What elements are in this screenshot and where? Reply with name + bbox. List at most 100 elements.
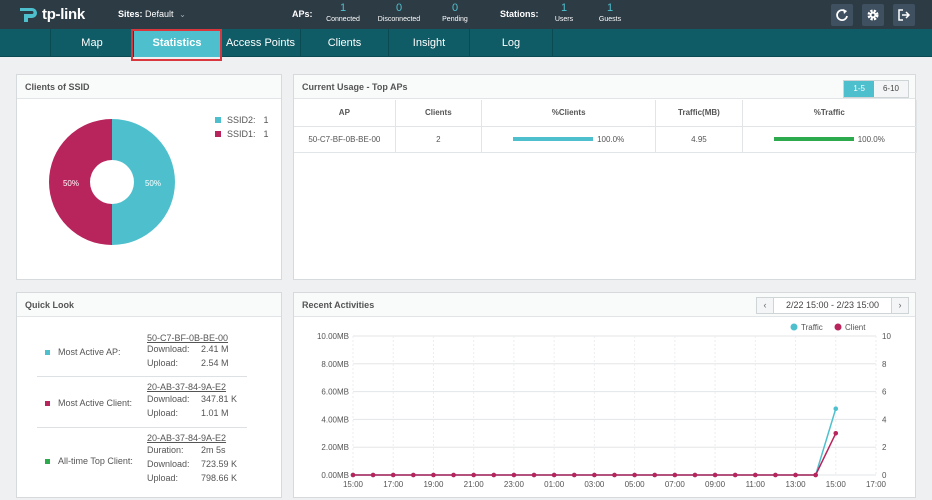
data-point-client xyxy=(773,472,778,478)
pager-6-10[interactable]: 6-10 xyxy=(873,81,908,97)
data-point-client xyxy=(511,472,517,478)
aps-disconnected-caption: Disconnected xyxy=(377,16,421,23)
aps-pending-caption: Pending xyxy=(442,16,468,23)
data-point-client xyxy=(612,472,617,478)
tab-log[interactable]: Log xyxy=(469,29,553,57)
column-header-ap[interactable]: AP xyxy=(294,100,396,127)
aps-disconnected[interactable]: 0 Disconnected xyxy=(369,2,429,24)
recent-activities-panel: Recent Activities ‹ 2/22 15:00 - 2/23 15… xyxy=(293,292,916,498)
data-point-client xyxy=(531,472,537,478)
x-axis-tick: 23:00 xyxy=(504,480,525,489)
chevron-left-icon[interactable]: ‹ xyxy=(757,298,773,313)
column-header-clients[interactable]: Clients xyxy=(395,100,482,127)
ql-value: 2m 5s xyxy=(201,445,226,455)
tab-insight[interactable]: Insight xyxy=(388,29,469,57)
cell-ap-mac: 50-C7-BF-0B-BE-00 xyxy=(294,126,396,153)
stations-guests-caption: Guests xyxy=(598,16,622,23)
cell-pct-clients: 100.0% xyxy=(481,126,657,153)
data-point-client xyxy=(350,472,356,478)
column-header-pct-clients[interactable]: %Clients xyxy=(481,100,657,127)
legend-marker-traffic xyxy=(790,323,798,331)
stations-guests[interactable]: 1 Guests xyxy=(580,2,640,24)
brand-name: tp-link xyxy=(42,5,85,23)
ql-label-text: Most Active Client: xyxy=(58,398,133,408)
ql-value: 2.41 M xyxy=(201,344,229,354)
aps-pending[interactable]: 0 Pending xyxy=(425,2,485,24)
chevron-right-icon[interactable]: › xyxy=(892,298,908,313)
divider xyxy=(37,427,247,428)
legend-label: SSID1: xyxy=(227,129,256,139)
data-point-client xyxy=(370,472,376,478)
x-axis-tick: 11:00 xyxy=(746,480,766,489)
tab-statistics[interactable]: Statistics xyxy=(133,29,220,57)
ql-label: Most Active AP: xyxy=(45,347,121,357)
aps-connected-count: 1 xyxy=(339,2,347,14)
ql-value: 2.54 M xyxy=(201,358,229,368)
tp-link-logo-icon xyxy=(20,8,37,22)
ql-kv-row: Upload: 798.66 K xyxy=(147,473,237,483)
x-axis-tick: 13:00 xyxy=(786,480,807,489)
refresh-icon xyxy=(836,9,848,21)
ql-label: Most Active Client: xyxy=(45,398,132,408)
date-range-text[interactable]: 2/22 15:00 - 2/23 15:00 xyxy=(773,298,892,313)
main-nav: Map Statistics Access Points Clients Ins… xyxy=(0,29,932,57)
ql-swatch xyxy=(45,400,50,406)
table-row[interactable]: 50-C7-BF-0B-BE-00 2 100.0% 4.95 100.0% xyxy=(294,126,918,153)
data-point-client xyxy=(793,472,798,478)
logout-button[interactable] xyxy=(893,4,915,26)
data-point-client xyxy=(592,472,597,478)
logout-icon xyxy=(898,9,911,21)
site-selector[interactable]: Sites: Default ⌄ xyxy=(118,9,186,19)
ql-key: Duration: xyxy=(147,445,184,455)
ql-key: Upload: xyxy=(147,473,179,483)
divider xyxy=(37,376,247,377)
refresh-button[interactable] xyxy=(831,4,853,26)
y-axis-left-tick: 8.00MB xyxy=(321,360,349,369)
pager-1-5[interactable]: 1-5 xyxy=(844,81,874,97)
aps-connected[interactable]: 1 Connected xyxy=(313,2,373,24)
legend-swatch xyxy=(215,131,221,137)
data-point-client xyxy=(652,472,658,478)
legend-marker-client xyxy=(834,323,842,331)
settings-button[interactable] xyxy=(862,4,884,26)
ql-key: Upload: xyxy=(147,358,179,368)
x-axis-tick: 07:00 xyxy=(665,480,686,489)
ql-key: Upload: xyxy=(147,408,179,418)
tab-map[interactable]: Map xyxy=(50,29,133,57)
donut-slice-ssid1[interactable] xyxy=(49,119,112,245)
ssid-donut-chart: 50% 50% xyxy=(49,119,175,245)
pct-traffic-bar xyxy=(773,137,854,142)
cell-clients: 2 xyxy=(395,126,482,153)
legend-ssid1[interactable]: SSID1: 1 xyxy=(215,129,269,139)
y-axis-left-tick: 4.00MB xyxy=(321,415,349,424)
column-header-traffic[interactable]: Traffic(MB) xyxy=(655,100,743,127)
legend-label: SSID2: xyxy=(227,115,256,125)
gear-icon xyxy=(867,9,879,21)
data-point-client xyxy=(571,472,577,478)
ql-key: Download: xyxy=(147,344,190,354)
tab-access-points[interactable]: Access Points xyxy=(220,29,300,57)
ql-value: 1.01 M xyxy=(201,408,229,418)
y-axis-right-tick: 10 xyxy=(882,332,891,341)
ql-mac-link[interactable]: 20-AB-37-84-9A-E2 xyxy=(147,433,226,443)
aps-label: APs: xyxy=(292,9,313,19)
clients-of-ssid-panel: Clients of SSID 50% 50% SSID2: 1 SSID1: … xyxy=(16,74,282,280)
ap-pager: 1-5 6-10 xyxy=(843,80,909,98)
y-axis-left-tick: 6.00MB xyxy=(321,388,349,397)
brand-logo[interactable]: tp-link xyxy=(18,4,85,24)
ql-mac-link[interactable]: 50-C7-BF-0B-BE-00 xyxy=(147,333,228,343)
x-axis-tick: 01:00 xyxy=(544,480,565,489)
y-axis-right-tick: 2 xyxy=(882,443,887,452)
column-header-pct-traffic[interactable]: %Traffic xyxy=(742,100,918,127)
data-point-client xyxy=(813,472,818,478)
ql-kv-row: Download: 723.59 K xyxy=(147,459,237,469)
tab-clients[interactable]: Clients xyxy=(300,29,388,57)
x-axis-tick: 15:00 xyxy=(826,480,847,489)
table-header-row: AP Clients %Clients Traffic(MB) %Traffic xyxy=(294,100,918,127)
aps-disconnected-count: 0 xyxy=(395,2,403,14)
legend-label-client: Client xyxy=(845,323,866,332)
ql-mac-link[interactable]: 20-AB-37-84-9A-E2 xyxy=(147,382,226,392)
donut-slice-ssid2[interactable] xyxy=(112,119,175,245)
data-point-client xyxy=(551,472,557,478)
legend-ssid2[interactable]: SSID2: 1 xyxy=(215,115,269,125)
